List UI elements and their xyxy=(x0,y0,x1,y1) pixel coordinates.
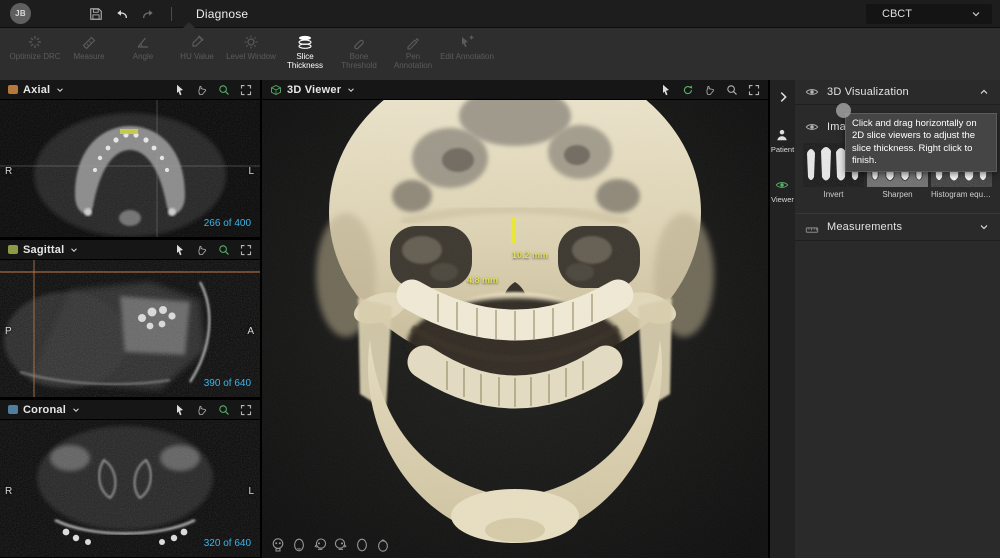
dataset-selector[interactable]: CBCT xyxy=(866,4,992,24)
side-tab-strip: Patient Viewer xyxy=(768,80,795,558)
coronal-viewer[interactable]: Coronal xyxy=(0,400,260,558)
sagittal-viewer-title: Sagittal xyxy=(23,244,64,256)
view-preset-bar xyxy=(270,537,391,553)
zoom-icon[interactable] xyxy=(218,244,230,256)
tooltip-cursor-dot xyxy=(836,103,851,118)
chevron-up-icon[interactable] xyxy=(978,86,990,98)
eye-icon[interactable] xyxy=(805,85,819,99)
sagittal-plane-icon xyxy=(8,245,18,254)
redo-icon[interactable] xyxy=(141,7,155,21)
tool-bone-threshold[interactable]: Bone Threshold xyxy=(332,34,386,71)
active-tab-notch xyxy=(183,22,195,28)
undo-icon[interactable] xyxy=(115,7,129,21)
fullscreen-icon[interactable] xyxy=(748,84,760,96)
sagittal-viewer-header: Sagittal xyxy=(0,240,260,260)
app-window: JB Diagnose CBCT Optimize DRC Measure An… xyxy=(0,0,1000,558)
measurement-label-1[interactable]: 10.2 mm xyxy=(512,250,548,260)
tool-hu-value[interactable]: HU Value xyxy=(170,34,224,61)
patient-person-icon xyxy=(775,128,789,142)
chevron-down-icon[interactable] xyxy=(55,85,65,95)
zoom-icon[interactable] xyxy=(218,404,230,416)
orientation-label-left: R xyxy=(5,166,12,177)
axial-viewer-title: Axial xyxy=(23,84,50,96)
view-head-top-icon[interactable] xyxy=(375,537,391,553)
view-skull-front-icon[interactable] xyxy=(270,537,286,553)
save-icon[interactable] xyxy=(89,7,103,21)
toolbar-divider xyxy=(171,7,172,21)
pan-hand-icon[interactable] xyxy=(196,84,208,96)
sagittal-viewer[interactable]: Sagittal xyxy=(0,240,260,398)
tool-pen-annotation[interactable]: Pen Annotation xyxy=(386,34,440,71)
chevron-down-icon[interactable] xyxy=(69,245,79,255)
3d-viewer[interactable]: 3D Viewer xyxy=(262,80,768,558)
user-avatar[interactable]: JB xyxy=(10,3,31,24)
3d-cube-icon xyxy=(270,84,282,96)
section-measurements[interactable]: Measurements xyxy=(795,213,1000,241)
cursor-tool-icon[interactable] xyxy=(660,84,672,96)
orientation-label-right: A xyxy=(247,326,254,337)
orientation-label-left: R xyxy=(5,486,12,497)
tools-toolbar: Optimize DRC Measure Angle HU Value Leve… xyxy=(0,28,1000,80)
coronal-plane-icon xyxy=(8,405,18,414)
3d-render-canvas[interactable]: 10.2 mm 4.8 mm xyxy=(262,100,768,558)
view-skull-right-icon[interactable] xyxy=(333,537,349,553)
axial-slice-counter: 266 of 400 xyxy=(204,218,251,229)
chevron-down-icon[interactable] xyxy=(71,405,81,415)
axial-viewer-header: Axial xyxy=(0,80,260,100)
coronal-slice-counter: 320 of 640 xyxy=(204,538,251,549)
eye-icon[interactable] xyxy=(805,120,819,134)
tool-angle[interactable]: Angle xyxy=(116,34,170,61)
section-3d-visualization[interactable]: 3D Visualization xyxy=(795,80,1000,104)
3d-viewer-header: 3D Viewer xyxy=(262,80,768,100)
pan-hand-icon[interactable] xyxy=(704,84,716,96)
axial-slice-image[interactable]: R L 266 of 400 xyxy=(0,100,260,237)
fullscreen-icon[interactable] xyxy=(240,84,252,96)
axial-plane-icon xyxy=(8,85,18,94)
view-head-back-icon[interactable] xyxy=(354,537,370,553)
tool-level-window[interactable]: Level Window xyxy=(224,34,278,61)
axial-viewer[interactable]: Axial xyxy=(0,80,260,238)
orientation-label-right: L xyxy=(248,486,254,497)
slice-viewer-column: Axial xyxy=(0,80,260,558)
tab-viewer[interactable]: Viewer xyxy=(771,178,794,204)
pan-hand-icon[interactable] xyxy=(196,244,208,256)
fullscreen-icon[interactable] xyxy=(240,404,252,416)
cursor-tool-icon[interactable] xyxy=(174,244,186,256)
coronal-viewer-title: Coronal xyxy=(23,404,66,416)
orientation-label-left: P xyxy=(5,326,12,337)
view-head-front-icon[interactable] xyxy=(291,537,307,553)
ruler-icon[interactable] xyxy=(805,220,819,234)
sagittal-slice-image[interactable]: P A 390 of 640 xyxy=(0,260,260,397)
tool-optimize-drc[interactable]: Optimize DRC xyxy=(8,34,62,61)
rotate-3d-icon[interactable] xyxy=(682,84,694,96)
coronal-slice-image[interactable]: R L 320 of 640 xyxy=(0,420,260,557)
dataset-selector-value: CBCT xyxy=(882,8,970,20)
fullscreen-icon[interactable] xyxy=(240,244,252,256)
tool-measure[interactable]: Measure xyxy=(62,34,116,61)
chevron-down-icon[interactable] xyxy=(978,221,990,233)
cursor-tool-icon[interactable] xyxy=(174,84,186,96)
view-skull-left-icon[interactable] xyxy=(312,537,328,553)
chevron-down-icon xyxy=(970,8,982,20)
measurement-label-2[interactable]: 4.8 mm xyxy=(467,275,498,285)
tool-edit-annotation[interactable]: Edit Annotation xyxy=(440,34,494,61)
slice-thickness-tooltip: Click and drag horizontally on 2D slice … xyxy=(845,113,997,172)
page-title: Diagnose xyxy=(196,7,248,21)
zoom-icon[interactable] xyxy=(218,84,230,96)
cursor-tool-icon[interactable] xyxy=(174,404,186,416)
3d-viewer-title: 3D Viewer xyxy=(287,84,341,96)
top-bar: JB Diagnose CBCT xyxy=(0,0,1000,28)
sagittal-slice-counter: 390 of 640 xyxy=(204,378,251,389)
tab-patient[interactable]: Patient xyxy=(771,128,794,154)
collapse-panel-icon[interactable] xyxy=(776,90,790,104)
zoom-icon[interactable] xyxy=(726,84,738,96)
tool-slice-thickness[interactable]: Slice Thickness xyxy=(278,34,332,71)
coronal-viewer-header: Coronal xyxy=(0,400,260,420)
orientation-label-right: L xyxy=(248,166,254,177)
pan-hand-icon[interactable] xyxy=(196,404,208,416)
chevron-down-icon[interactable] xyxy=(346,85,356,95)
viewer-eye-icon xyxy=(775,178,789,192)
